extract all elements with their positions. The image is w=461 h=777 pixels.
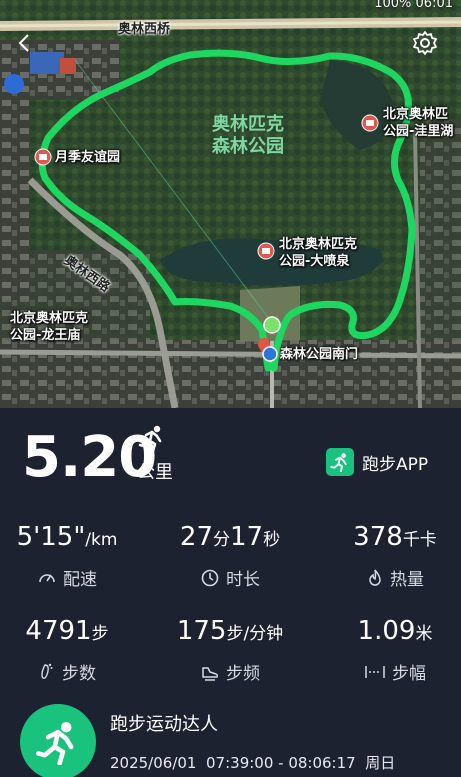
status-bar: 100% 06:01	[374, 0, 453, 11]
stat-unit: 千卡	[402, 530, 437, 550]
stat-value: 4791	[25, 616, 92, 646]
poi-label: 北京奥林匹 公园-洼里湖	[383, 106, 453, 140]
avatar[interactable]	[20, 704, 96, 777]
route-map[interactable]: 100% 06:01 奥林西桥 奥林西路 奥林匹克 森林公园 月季友谊园 北京奥…	[0, 0, 461, 408]
stat-steps: 4791步 步数	[0, 616, 142, 684]
stat-label: 配速	[63, 570, 97, 590]
stat-label: 步频	[226, 664, 260, 684]
shoe-icon	[202, 666, 219, 681]
stat-unit2: 秒	[263, 530, 281, 550]
poi-label-line1: 北京奥林匹	[383, 107, 449, 122]
app-logo-icon	[326, 448, 354, 476]
stat-value: 5'15"	[16, 522, 86, 552]
stat-label: 步幅	[392, 664, 426, 684]
park-name: 奥林匹克 森林公园	[212, 114, 284, 158]
stat-calories: 378千卡 热量	[320, 522, 461, 590]
road-label-top: 奥林西桥	[118, 22, 171, 37]
settings-button[interactable]	[410, 28, 440, 58]
stat-label: 热量	[390, 570, 424, 590]
gear-icon	[413, 31, 437, 55]
distance-unit: 公里	[137, 462, 173, 483]
stat-unit: 米	[415, 624, 433, 644]
workout-weekday: 周日	[365, 754, 396, 772]
stat-value: 1.09	[357, 616, 416, 646]
stat-unit: 分	[213, 530, 230, 550]
stat-stride: 1.09米 步幅	[320, 616, 461, 684]
runner-icon	[138, 425, 162, 452]
stat-value2: 17	[230, 522, 264, 552]
poi-label-line2: 公园-大喷泉	[279, 254, 350, 269]
stat-unit: /km	[85, 530, 118, 550]
user-name: 跑步运动达人	[110, 714, 218, 735]
workout-time-range: 07:39:00 - 08:06:17	[206, 754, 356, 772]
park-name-line1: 奥林匹克	[212, 114, 284, 135]
speedometer-icon	[39, 573, 55, 582]
poi-label-line2: 公园-龙王庙	[10, 328, 81, 343]
clock-text: 06:01	[415, 0, 453, 11]
chevron-left-icon	[18, 34, 29, 52]
poi-pin-icon	[34, 148, 52, 166]
stat-pace: 5'15"/km 配速	[0, 522, 142, 590]
stat-unit: 步/分钟	[226, 624, 284, 644]
stat-unit: 步	[91, 624, 109, 644]
app-badge[interactable]: 跑步APP	[326, 448, 428, 476]
poi-label: 北京奥林匹克 公园-龙王庙	[10, 310, 88, 344]
workout-summary-panel: 5.20 公里 跑步APP 5'15"/km 配速 27分17秒 时长 378千…	[0, 408, 461, 777]
clock-icon	[201, 569, 219, 586]
footprint-icon	[41, 663, 53, 679]
stat-value: 27	[179, 522, 213, 552]
stride-icon	[365, 665, 385, 678]
stat-cadence: 175步/分钟 步频	[155, 616, 305, 684]
runner-icon	[35, 721, 74, 765]
stat-value: 175	[176, 616, 227, 646]
park-name-line2: 森林公园	[212, 136, 284, 157]
workout-date: 2025/06/01	[110, 754, 197, 772]
stat-value: 378	[353, 522, 403, 552]
poi-label: 北京奥林匹克 公园-大喷泉	[279, 236, 357, 270]
poi-pin-icon	[257, 242, 275, 260]
poi-label: 森林公园南门	[280, 347, 359, 362]
battery-text: 100%	[374, 0, 412, 11]
poi-label-line1: 北京奥林匹克	[279, 237, 358, 252]
poi-label: 月季友谊园	[55, 150, 121, 165]
workout-datetime: 2025/06/01 07:39:00 - 08:06:17 周日	[110, 752, 395, 773]
flame-icon	[369, 569, 381, 586]
map-background	[0, 0, 461, 408]
poi-pin-icon	[361, 114, 379, 132]
poi-label-line2: 公园-洼里湖	[383, 124, 454, 139]
back-button[interactable]	[10, 28, 40, 58]
stat-label: 时长	[226, 570, 260, 590]
stat-label: 步数	[62, 664, 96, 684]
stat-duration: 27分17秒 时长	[155, 522, 305, 590]
poi-label-line1: 北京奥林匹克	[10, 311, 89, 326]
app-name: 跑步APP	[362, 454, 429, 475]
